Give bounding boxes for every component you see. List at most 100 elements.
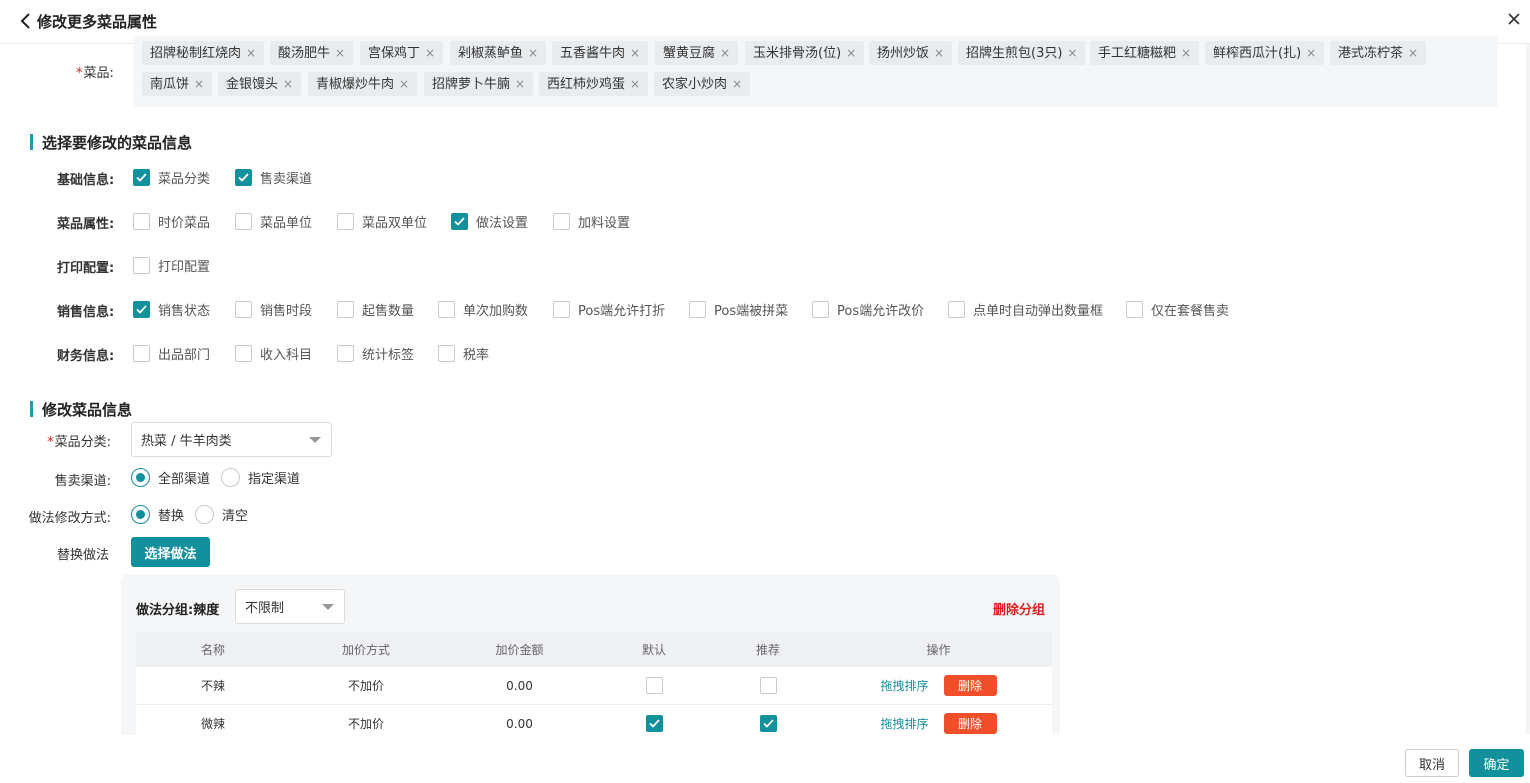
section-title-edit: 修改菜品信息: [30, 399, 132, 420]
checkbox-min-qty[interactable]: 起售数量: [337, 300, 414, 319]
checkbox-income-subject[interactable]: 收入科目: [235, 344, 312, 363]
row-label-finance: 财务信息:: [57, 349, 115, 364]
checkbox-label: 售卖渠道: [260, 172, 313, 187]
checkbox-tax-rate[interactable]: 税率: [438, 344, 489, 363]
checkbox-sale-status[interactable]: 销售状态: [133, 300, 210, 319]
remove-tag-icon[interactable]: ×: [720, 46, 730, 60]
drag-sort-link[interactable]: 拖拽排序: [880, 677, 928, 694]
default-checkbox[interactable]: [645, 715, 663, 732]
dish-tag-label: 五香酱牛肉: [560, 46, 626, 61]
dish-tag: 酸汤肥牛 ×: [270, 41, 354, 65]
cell-name: 不辣: [200, 679, 225, 693]
radio-all-channels[interactable]: 全部渠道: [131, 468, 210, 487]
check-icon: [337, 301, 354, 318]
checkbox-add-qty[interactable]: 单次加购数: [438, 300, 528, 319]
column-header: 操作: [926, 643, 951, 657]
delete-row-button[interactable]: 删除: [943, 713, 997, 734]
radio-clear[interactable]: 清空: [195, 505, 248, 524]
remove-tag-icon[interactable]: ×: [194, 77, 204, 91]
checkbox-method[interactable]: 做法设置: [451, 212, 528, 231]
checkbox-category[interactable]: 菜品分类: [133, 168, 210, 187]
remove-tag-icon[interactable]: ×: [1408, 46, 1418, 60]
category-value: 热菜 / 牛羊肉类: [141, 434, 232, 449]
check-icon: [337, 213, 354, 230]
radio-specific-channel[interactable]: 指定渠道: [221, 468, 300, 487]
checkbox-department[interactable]: 出品部门: [133, 344, 210, 363]
checkbox-market-price[interactable]: 时价菜品: [133, 212, 210, 231]
check-icon: [689, 301, 706, 318]
radio-label: 指定渠道: [248, 472, 301, 487]
row-label-attributes: 菜品属性:: [57, 217, 115, 232]
checkbox-qty-popup[interactable]: 点单时自动弹出数量框: [948, 300, 1103, 319]
chevron-left-icon[interactable]: [18, 12, 34, 30]
remove-tag-icon[interactable]: ×: [1181, 46, 1191, 60]
checkbox-dual-unit[interactable]: 菜品双单位: [337, 212, 427, 231]
remove-tag-icon[interactable]: ×: [846, 46, 856, 60]
check-icon: [553, 213, 570, 230]
checkbox-pos-combine[interactable]: Pos端被拼菜: [689, 300, 788, 319]
checkbox-print-config[interactable]: 打印配置: [133, 256, 210, 275]
remove-tag-icon[interactable]: ×: [1067, 46, 1077, 60]
category-select[interactable]: 热菜 / 牛羊肉类: [131, 422, 332, 457]
remove-tag-icon[interactable]: ×: [246, 46, 256, 60]
cell-price-mode: 不加价: [347, 717, 384, 731]
default-checkbox[interactable]: [645, 677, 663, 694]
cancel-button[interactable]: 取消: [1405, 749, 1459, 777]
dish-tag: 青椒爆炒牛肉 ×: [308, 72, 418, 96]
remove-tag-icon[interactable]: ×: [528, 46, 538, 60]
check-icon: [133, 345, 150, 362]
dialog-footer: 取消 确定: [0, 735, 1530, 783]
checkbox-label: 单次加购数: [463, 304, 529, 319]
checkbox-set-only[interactable]: 仅在套餐售卖: [1126, 300, 1229, 319]
remove-tag-icon[interactable]: ×: [934, 46, 944, 60]
remove-tag-icon[interactable]: ×: [515, 77, 525, 91]
checkbox-pos-discount[interactable]: Pos端允许打折: [553, 300, 665, 319]
dish-tag: 招牌萝卜牛腩 ×: [424, 72, 534, 96]
remove-tag-icon[interactable]: ×: [335, 46, 345, 60]
checkbox-unit[interactable]: 菜品单位: [235, 212, 312, 231]
close-icon[interactable]: [1506, 11, 1522, 27]
check-icon: [235, 301, 252, 318]
dish-tag-box[interactable]: 招牌秘制红烧肉 × 酸汤肥牛 × 宫保鸡丁 × 剁椒蒸鲈鱼 × 五香酱牛肉 × 蟹黄豆腐 ×…: [133, 36, 1498, 107]
table-header: 名称 加价方式 加价金额 默认 推荐 操作: [136, 632, 1052, 667]
recommend-checkbox[interactable]: [759, 677, 777, 694]
confirm-button[interactable]: 确定: [1469, 749, 1524, 777]
remove-tag-icon[interactable]: ×: [1306, 46, 1316, 60]
check-icon: [451, 213, 468, 230]
remove-tag-icon[interactable]: ×: [399, 77, 409, 91]
dish-tag-label: 青椒爆炒牛肉: [316, 77, 395, 92]
checkbox-sale-period[interactable]: 销售时段: [235, 300, 312, 319]
checkbox-channel[interactable]: 售卖渠道: [235, 168, 312, 187]
check-icon: [438, 345, 455, 362]
dish-tag: 西红柿炒鸡蛋 ×: [539, 72, 649, 96]
checkbox-label: 加料设置: [578, 216, 631, 231]
delete-group-link[interactable]: 删除分组: [993, 599, 1045, 618]
limit-select[interactable]: 不限制: [235, 589, 345, 624]
drag-sort-link[interactable]: 拖拽排序: [880, 715, 928, 732]
remove-tag-icon[interactable]: ×: [630, 77, 640, 91]
check-icon: [1126, 301, 1143, 318]
remove-tag-icon[interactable]: ×: [630, 46, 640, 60]
checkbox-addons[interactable]: 加料设置: [553, 212, 630, 231]
check-icon: [812, 301, 829, 318]
dish-tag-label: 农家小炒肉: [662, 77, 728, 92]
delete-row-button[interactable]: 删除: [943, 675, 997, 696]
scrollbar[interactable]: [1526, 44, 1530, 734]
cell-actions: 拖拽排序 删除: [825, 675, 1052, 696]
remove-tag-icon[interactable]: ×: [283, 77, 293, 91]
checkbox-pos-price-change[interactable]: Pos端允许改价: [812, 300, 924, 319]
radio-replace[interactable]: 替换: [131, 505, 184, 524]
dish-tag-label: 招牌萝卜牛腩: [432, 77, 511, 92]
limit-value: 不限制: [245, 601, 285, 616]
dish-tag: 手工红糖糍粑 ×: [1090, 41, 1200, 65]
remove-tag-icon[interactable]: ×: [732, 77, 742, 91]
checkbox-label: 点单时自动弹出数量框: [973, 304, 1104, 319]
remove-tag-icon[interactable]: ×: [425, 46, 435, 60]
recommend-checkbox[interactable]: [759, 715, 777, 732]
dish-tag-label: 扬州炒饭: [877, 46, 930, 61]
dish-tag: 剁椒蒸鲈鱼 ×: [450, 41, 547, 65]
checkbox-stat-tag[interactable]: 统计标签: [337, 344, 414, 363]
check-icon: [948, 301, 965, 318]
select-method-button[interactable]: 选择做法: [131, 537, 210, 567]
group-name: 辣度: [193, 603, 220, 618]
